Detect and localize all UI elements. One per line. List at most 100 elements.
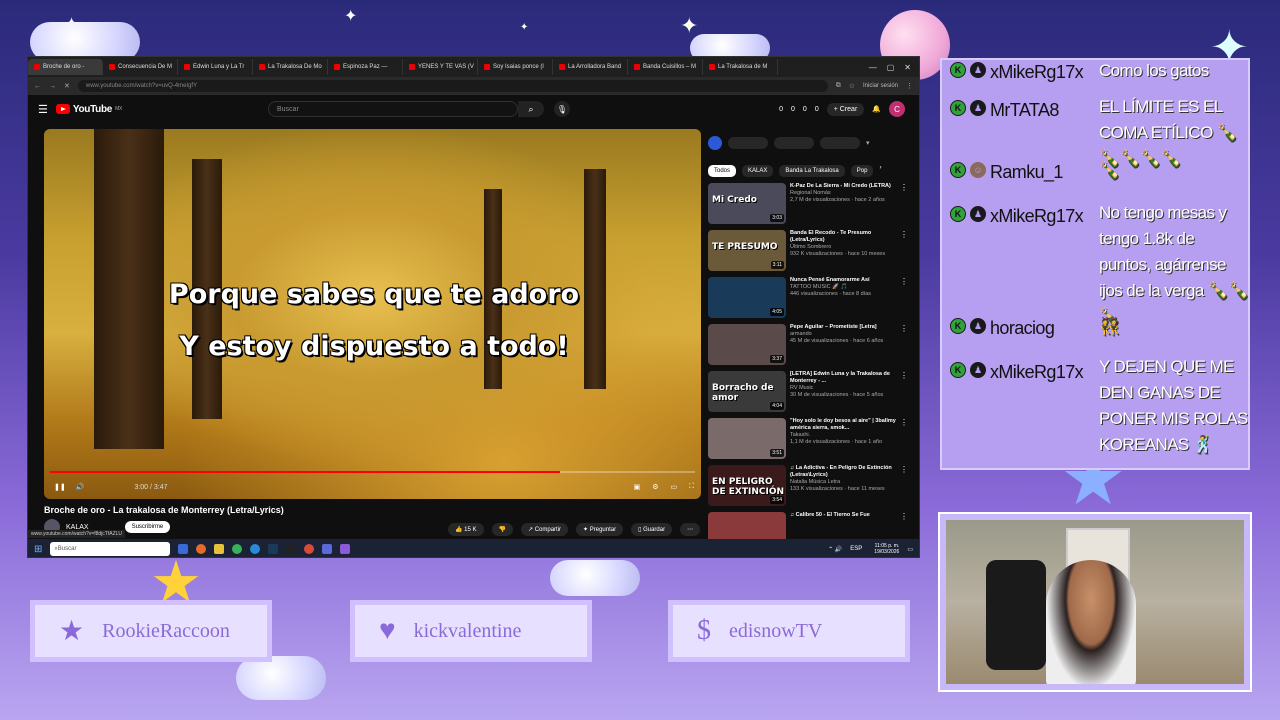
more-vert-icon[interactable]: ⋮ — [900, 230, 908, 271]
progress-bar[interactable] — [50, 471, 695, 473]
app-icon[interactable] — [322, 544, 333, 554]
youtube-logo[interactable]: YouTube MX — [55, 104, 122, 115]
video-thumbnail[interactable]: 3:37 — [708, 324, 786, 365]
back-icon[interactable]: ← — [34, 83, 41, 90]
ask-button[interactable]: ✦ Preguntar — [576, 523, 624, 536]
social-box[interactable]: ♥ kickvalentine — [350, 600, 592, 662]
toolbar-pill[interactable] — [774, 137, 814, 149]
chevron-right-icon[interactable]: › — [879, 165, 881, 177]
video-channel[interactable]: armando — [790, 331, 896, 338]
create-button[interactable]: + Crear — [826, 102, 865, 116]
chevron-down-icon[interactable]: ▾ — [866, 139, 870, 147]
video-channel[interactable]: Natalia Música Letra — [790, 479, 896, 486]
subtitles-icon[interactable]: ▣ — [634, 483, 641, 491]
notification-icon[interactable]: ▭ — [907, 546, 913, 553]
video-thumbnail[interactable]: Borracho de amor 4:04 — [708, 371, 786, 412]
browser-tab[interactable]: Banda Cuisillos – M — [628, 59, 703, 75]
related-video[interactable]: Mi Credo 3:03 K-Paz De La Sierra - Mi Cred… — [708, 183, 908, 224]
chat-username[interactable]: xMikeRg17x — [990, 362, 1090, 383]
related-video[interactable]: TE PRESUMO 3:11 Banda El Recodo - Te Presu… — [708, 230, 908, 271]
minimize-icon[interactable]: — — [869, 63, 877, 72]
stop-icon[interactable]: ✕ — [64, 82, 70, 90]
social-box[interactable]: $ edisnowTV — [668, 600, 910, 662]
more-vert-icon[interactable]: ⋮ — [900, 277, 908, 318]
chat-username[interactable]: Ramku_1 — [990, 162, 1090, 183]
video-title[interactable]: "Hoy solo le doy besos al aire" | 3ballm… — [790, 418, 896, 432]
toolbar-pill[interactable] — [820, 137, 860, 149]
app-icon[interactable] — [708, 136, 722, 150]
more-vert-icon[interactable]: ⋮ — [900, 371, 908, 412]
related-video[interactable]: 3:51 "Hoy solo le doy besos al aire" | 3b… — [708, 418, 908, 459]
video-player[interactable]: Porque sabes que te adoro Y estoy dispue… — [44, 129, 701, 499]
taskbar-clock[interactable]: 11:05 p. m. 19/03/2026 — [874, 543, 899, 555]
fullscreen-icon[interactable]: ⛶ — [689, 483, 694, 491]
video-title[interactable]: Pepe Aguilar – Prometiste [Letra] — [790, 324, 896, 331]
language-indicator[interactable]: ESP — [850, 546, 862, 552]
browser-tab[interactable]: Espinoza Paz — — [328, 59, 403, 75]
subscribe-button[interactable]: Suscribirme — [124, 521, 171, 533]
maximize-icon[interactable]: ▢ — [887, 63, 895, 72]
dislike-button[interactable]: 👎 — [491, 523, 513, 536]
chrome-icon[interactable] — [232, 544, 243, 554]
video-channel[interactable]: Regional Nomás — [790, 190, 896, 197]
chat-username[interactable]: xMikeRg17x — [990, 62, 1090, 83]
signin-button[interactable]: Iniciar sesión — [863, 83, 898, 89]
avatar[interactable]: C — [889, 101, 905, 117]
pause-icon[interactable]: ❚❚ — [54, 483, 66, 491]
more-vert-icon[interactable]: ⋮ — [900, 465, 908, 506]
video-title[interactable]: K-Paz De La Sierra - Mi Credo (LETRA) — [790, 183, 896, 190]
hamburger-icon[interactable]: ☰ — [38, 103, 48, 116]
video-title[interactable]: [LETRA] Edwin Luna y la Trakalosa de Mon… — [790, 371, 896, 385]
share-button[interactable]: ↗ Compartir — [520, 523, 569, 536]
video-channel[interactable]: TATTOO MUSIC 🚀 🎵 — [790, 284, 896, 291]
extensions-icon[interactable]: ⧉ — [836, 82, 841, 90]
browser-tab[interactable]: Soy Isaias ponce (l — [478, 59, 553, 75]
obs-icon[interactable] — [286, 544, 297, 554]
video-thumbnail[interactable]: EN PELIGRO DE EXTINCIÓN 3:54 — [708, 465, 786, 506]
chat-username[interactable]: horaciog — [990, 318, 1090, 339]
search-input[interactable]: Buscar — [268, 101, 518, 117]
chip-todos[interactable]: Todos — [708, 165, 737, 177]
notifications-icon[interactable]: 🔔 — [872, 105, 881, 113]
video-title[interactable]: Nunca Pensé Enamorarme Así — [790, 277, 896, 284]
browser-tab[interactable]: La Trakalosa De Mo — [253, 59, 328, 75]
firefox-icon[interactable] — [196, 544, 207, 554]
taskbar-search[interactable]: ⌕ Buscar — [50, 542, 171, 556]
video-thumbnail[interactable]: TE PRESUMO 3:11 — [708, 230, 786, 271]
video-title[interactable]: ♫ Calibre 50 - El Tierno Se Fue — [790, 512, 896, 519]
menu-dots-icon[interactable]: ⋮ — [906, 82, 913, 90]
chat-username[interactable]: xMikeRg17x — [990, 206, 1090, 227]
browser-tab[interactable]: La Trakalosa de M — [703, 59, 778, 75]
chrome-icon[interactable] — [304, 544, 315, 554]
video-thumbnail[interactable]: 4:05 — [708, 277, 786, 318]
related-video[interactable]: Borracho de amor 4:04 [LETRA] Edwin Luna y… — [708, 371, 908, 412]
video-title[interactable]: Banda El Recodo - Te Presumo (Letra/Lyri… — [790, 230, 896, 244]
video-title[interactable]: ♫ La Adictiva - En Peligro De Extinción … — [790, 465, 896, 479]
volume-icon[interactable]: 🔊 — [76, 483, 85, 491]
edge-icon[interactable] — [250, 544, 261, 554]
chip-kalax[interactable]: KALAX — [742, 165, 774, 177]
chip-pop[interactable]: Pop — [850, 165, 874, 177]
toolbar-pill[interactable] — [728, 137, 768, 149]
browser-tab[interactable]: Edwin Luna y La Tr — [178, 59, 253, 75]
forward-icon[interactable]: → — [49, 83, 56, 90]
browser-tab[interactable]: Broche de oro - — [28, 59, 103, 75]
related-video[interactable]: 3:37 Pepe Aguilar – Prometiste [Letra] arm… — [708, 324, 908, 365]
video-channel[interactable]: Último Sombrero — [790, 244, 896, 251]
miniplayer-icon[interactable]: ▭ — [670, 483, 677, 491]
app-icon[interactable] — [178, 544, 189, 554]
browser-tab[interactable]: La Arrolladora Band — [553, 59, 628, 75]
bookmark-icon[interactable]: ☆ — [849, 82, 855, 90]
like-button[interactable]: 👍 15 K — [448, 523, 484, 536]
browser-tab[interactable]: Consecuencia De M — [103, 59, 178, 75]
close-icon[interactable]: ✕ — [904, 63, 911, 72]
related-video[interactable]: EN PELIGRO DE EXTINCIÓN 3:54 ♫ La Adictiva… — [708, 465, 908, 506]
settings-icon[interactable]: ⚙ — [652, 483, 658, 491]
video-channel[interactable]: RV Music — [790, 385, 896, 392]
more-vert-icon[interactable]: ⋮ — [900, 183, 908, 224]
video-channel[interactable]: Takashi. — [790, 432, 896, 439]
save-button[interactable]: ▯ Guardar — [631, 523, 673, 536]
url-field[interactable]: www.youtube.com/watch?v=uvQ-4meIgfY — [77, 80, 828, 92]
steam-icon[interactable] — [268, 544, 279, 554]
search-button[interactable]: ⌕ — [518, 101, 544, 117]
